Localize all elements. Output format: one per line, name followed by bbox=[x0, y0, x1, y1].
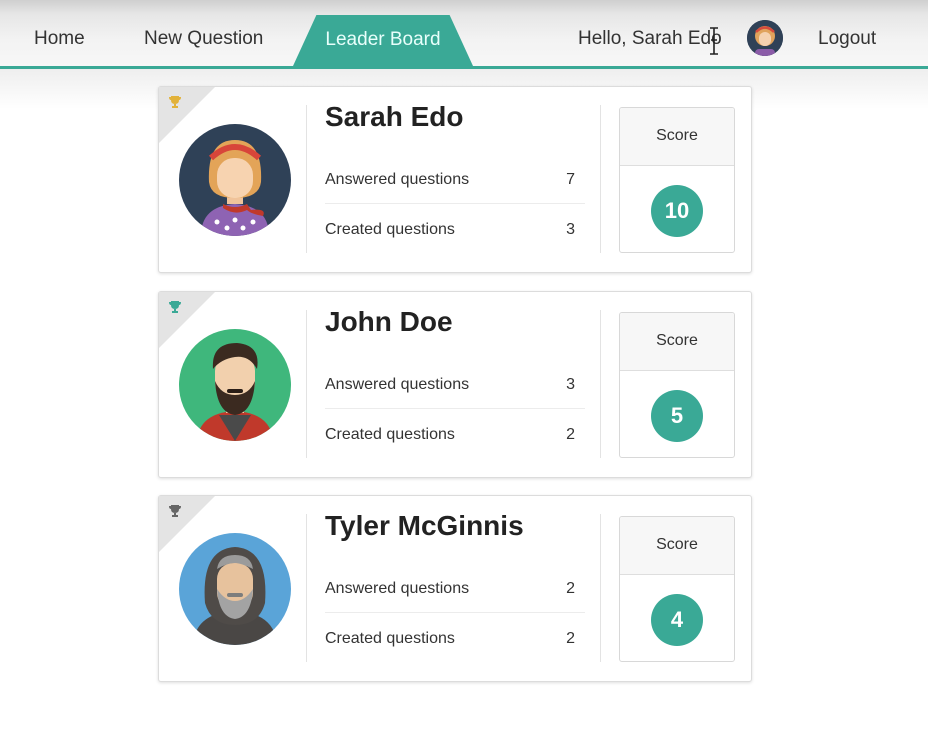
leaderboard-card: Sarah Edo Answered questions 7 Created q… bbox=[158, 86, 752, 273]
trophy-icon bbox=[169, 505, 181, 517]
nav-leader-board-tab[interactable]: Leader Board bbox=[293, 15, 473, 66]
answered-questions-count: 3 bbox=[566, 376, 575, 393]
user-name: John Doe bbox=[325, 306, 453, 337]
column-divider bbox=[600, 105, 601, 253]
leaderboard-card: Tyler McGinnis Answered questions 2 Crea… bbox=[158, 495, 752, 682]
created-questions-label: Created questions bbox=[325, 630, 455, 647]
user-name: Sarah Edo bbox=[325, 101, 464, 132]
score-panel: Score 4 bbox=[619, 516, 735, 662]
column-divider bbox=[306, 310, 307, 458]
user-avatar-john bbox=[179, 329, 291, 441]
nav-home-link[interactable]: Home bbox=[34, 28, 85, 50]
row-divider bbox=[325, 408, 585, 409]
created-questions-count: 2 bbox=[566, 630, 575, 647]
trophy-icon bbox=[169, 301, 181, 313]
nav-leader-board-label: Leader Board bbox=[325, 29, 441, 50]
answered-questions-label: Answered questions bbox=[325, 580, 470, 597]
user-avatar-sarah bbox=[179, 124, 291, 236]
user-avatar[interactable] bbox=[747, 20, 783, 56]
column-divider bbox=[306, 514, 307, 662]
score-label: Score bbox=[656, 536, 698, 553]
top-nav: Home New Question Leader Board Hello, Sa… bbox=[0, 0, 928, 66]
score-label: Score bbox=[656, 127, 698, 144]
score-badge: 4 bbox=[651, 594, 703, 646]
woman-with-headband-avatar-icon bbox=[179, 124, 291, 236]
answered-questions-label: Answered questions bbox=[325, 171, 470, 188]
score-badge: 10 bbox=[651, 185, 703, 237]
column-divider bbox=[600, 514, 601, 662]
row-divider bbox=[325, 612, 585, 613]
score-header: Score bbox=[620, 517, 734, 575]
leaderboard-card: John Doe Answered questions 3 Created qu… bbox=[158, 291, 752, 478]
score-panel: Score 10 bbox=[619, 107, 735, 253]
column-divider bbox=[600, 310, 601, 458]
created-questions-count: 2 bbox=[566, 426, 575, 443]
woman-avatar-icon bbox=[747, 20, 783, 56]
score-header: Score bbox=[620, 313, 734, 371]
hooded-man-avatar-icon bbox=[179, 533, 291, 645]
text-cursor-icon bbox=[710, 27, 718, 55]
created-questions-label: Created questions bbox=[325, 426, 455, 443]
user-greeting: Hello, Sarah Edo bbox=[578, 28, 722, 49]
bearded-man-avatar-icon bbox=[179, 329, 291, 441]
created-questions-count: 3 bbox=[566, 221, 575, 238]
answered-questions-count: 2 bbox=[566, 580, 575, 597]
logout-link[interactable]: Logout bbox=[818, 28, 876, 50]
user-name: Tyler McGinnis bbox=[325, 510, 524, 541]
user-avatar-tyler bbox=[179, 533, 291, 645]
row-divider bbox=[325, 203, 585, 204]
score-header: Score bbox=[620, 108, 734, 166]
trophy-icon bbox=[169, 96, 181, 108]
nav-new-question-link[interactable]: New Question bbox=[144, 28, 263, 50]
created-questions-label: Created questions bbox=[325, 221, 455, 238]
answered-questions-label: Answered questions bbox=[325, 376, 470, 393]
answered-questions-count: 7 bbox=[566, 171, 575, 188]
score-badge: 5 bbox=[651, 390, 703, 442]
score-panel: Score 5 bbox=[619, 312, 735, 458]
score-label: Score bbox=[656, 332, 698, 349]
column-divider bbox=[306, 105, 307, 253]
